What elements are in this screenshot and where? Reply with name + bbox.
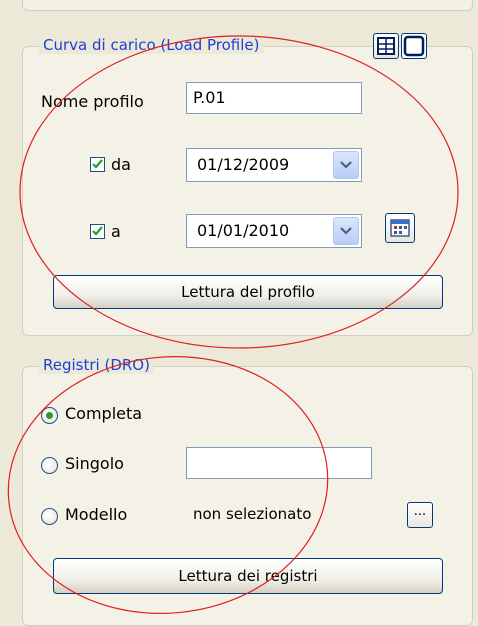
single-view-button[interactable]	[401, 33, 427, 59]
read-registers-button[interactable]: Lettura dei registri	[53, 558, 443, 594]
calendar-button[interactable]	[385, 213, 415, 243]
check-icon	[92, 226, 103, 236]
to-date-picker[interactable]: 01/01/2010	[186, 214, 362, 248]
radio-single-label: Singolo	[65, 454, 124, 473]
single-register-input[interactable]	[186, 447, 372, 479]
from-date-checkbox[interactable]	[90, 157, 105, 172]
calendar-icon	[390, 219, 410, 237]
radio-single[interactable]	[41, 457, 58, 474]
chevron-down-icon[interactable]	[333, 217, 359, 245]
registers-group: Registri (DRO) Completa Singolo Modello …	[22, 356, 473, 626]
grid-view-button[interactable]	[373, 33, 399, 59]
radio-complete-label: Completa	[65, 404, 143, 423]
profile-name-input[interactable]: P.01	[186, 82, 362, 114]
radio-model[interactable]	[41, 508, 58, 525]
radio-complete[interactable]	[41, 407, 58, 424]
to-date-checkbox[interactable]	[90, 224, 105, 239]
browse-model-button[interactable]: ...	[407, 502, 433, 528]
radio-model-label: Modello	[65, 505, 128, 524]
registers-title: Registri (DRO)	[39, 356, 154, 374]
read-profile-button[interactable]: Lettura del profilo	[53, 275, 443, 309]
load-profile-group: Curva di carico (Load Profile) Nome prof…	[22, 33, 473, 336]
from-date-label: da	[111, 155, 131, 174]
check-icon	[92, 159, 103, 169]
load-profile-title: Curva di carico (Load Profile)	[39, 36, 264, 54]
previous-group-edge	[22, 0, 473, 11]
to-date-label: a	[111, 222, 121, 241]
chevron-down-icon[interactable]	[333, 151, 359, 179]
from-date-picker[interactable]: 01/12/2009	[186, 148, 362, 182]
grid-view-icon	[377, 37, 395, 55]
profile-name-label: Nome profilo	[41, 92, 144, 111]
from-date-value: 01/12/2009	[197, 155, 290, 174]
model-value: non selezionato	[193, 505, 312, 523]
to-date-value: 01/01/2010	[197, 221, 290, 240]
single-view-icon	[403, 35, 425, 57]
